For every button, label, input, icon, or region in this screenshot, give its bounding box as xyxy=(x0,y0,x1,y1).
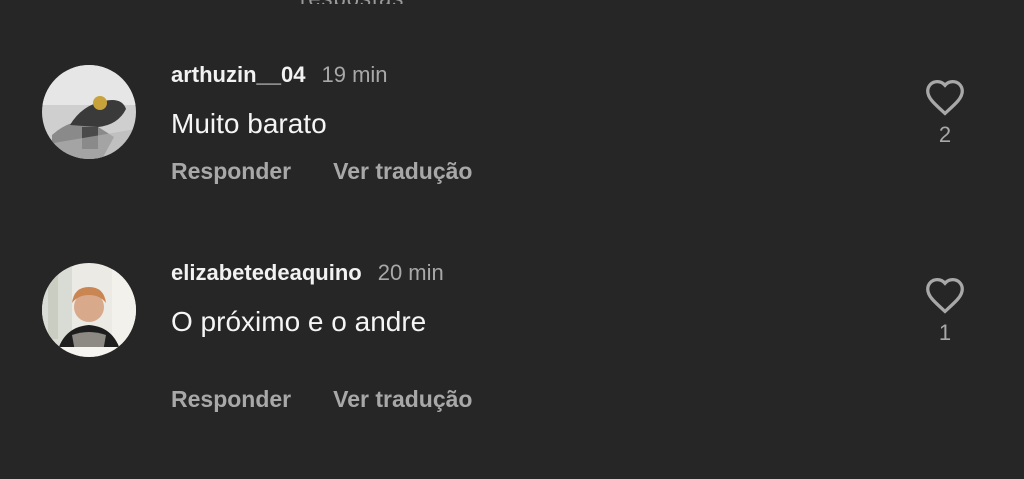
see-translation-button[interactable]: Ver tradução xyxy=(333,158,472,185)
like-control: 2 xyxy=(920,78,970,148)
username[interactable]: arthuzin__04 xyxy=(171,62,306,88)
view-replies-partial[interactable]: respostas xyxy=(300,0,470,4)
comments-panel: respostas arthuzin__04 19 min Muito bara… xyxy=(0,0,1024,479)
comment-meta: elizabetedeaquino 20 min xyxy=(171,260,444,288)
comment-text: O próximo e o andre xyxy=(171,306,427,337)
like-count: 2 xyxy=(938,122,952,147)
avatar-image xyxy=(42,263,136,357)
username[interactable]: elizabetedeaquino xyxy=(171,260,362,286)
comment-time: 20 min xyxy=(377,260,444,285)
comment-actions: Responder Ver tradução xyxy=(171,386,472,413)
avatar[interactable] xyxy=(42,263,136,357)
reply-button[interactable]: Responder xyxy=(171,158,291,185)
like-count: 1 xyxy=(938,320,952,345)
see-translation-button[interactable]: Ver tradução xyxy=(333,386,472,413)
comment-text: Muito barato xyxy=(171,108,327,139)
view-replies-label: respostas xyxy=(300,0,404,4)
reply-button[interactable]: Responder xyxy=(171,386,291,413)
avatar-image xyxy=(42,65,136,159)
comment-actions: Responder Ver tradução xyxy=(171,158,472,185)
comment-meta: arthuzin__04 19 min xyxy=(171,62,388,90)
heart-outline-icon[interactable] xyxy=(924,276,966,314)
comment-time: 19 min xyxy=(321,62,388,87)
heart-outline-icon[interactable] xyxy=(924,78,966,116)
like-control: 1 xyxy=(920,276,970,346)
avatar[interactable] xyxy=(42,65,136,159)
